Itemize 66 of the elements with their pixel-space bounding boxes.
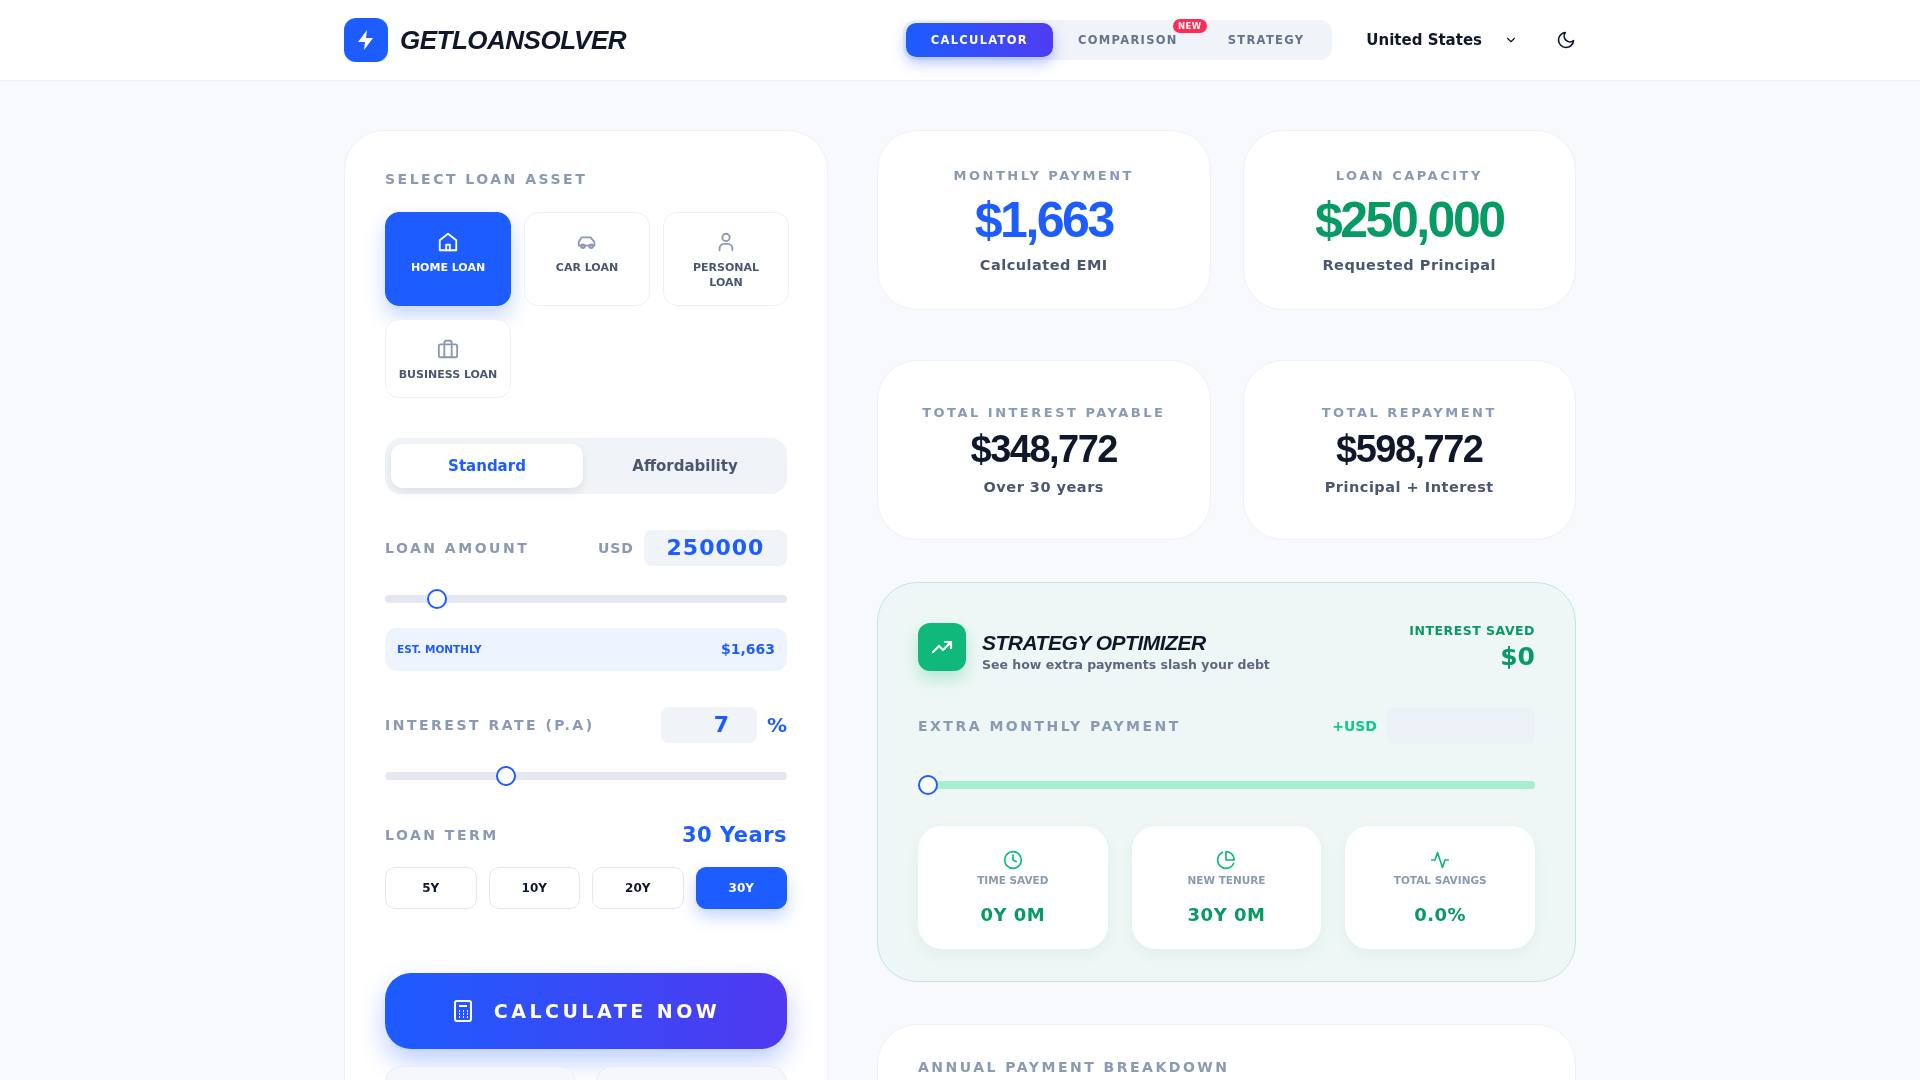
nav-tab[interactable]: CALCULATOR bbox=[905, 23, 1053, 57]
saved-label: INTEREST SAVED bbox=[1409, 623, 1535, 638]
briefcase-icon bbox=[437, 337, 459, 360]
field-label: LOAN AMOUNT bbox=[385, 539, 530, 556]
field-label: EXTRA MONTHLY PAYMENT bbox=[918, 718, 1181, 734]
slider-thumb[interactable] bbox=[427, 588, 447, 609]
strategy-subtitle: See how extra payments slash your debt bbox=[982, 657, 1270, 672]
clock-icon bbox=[1002, 850, 1023, 870]
stat-caption: Over 30 years bbox=[983, 479, 1104, 495]
loan-type-option[interactable]: HOME LOAN bbox=[385, 212, 511, 306]
loan-amount-slider[interactable] bbox=[385, 587, 787, 610]
metric-label: NEW TENURE bbox=[1187, 874, 1266, 886]
currency-label: +USD bbox=[1332, 718, 1377, 734]
logo-icon[interactable] bbox=[344, 18, 388, 62]
currency-label: USD bbox=[597, 539, 634, 556]
term-option[interactable]: 10Y bbox=[488, 866, 580, 909]
stat-caption: Requested Principal bbox=[1322, 256, 1497, 273]
field-label: LOAN TERM bbox=[385, 826, 499, 843]
stat-value: $250,000 bbox=[1314, 190, 1504, 249]
moon-icon bbox=[1556, 30, 1576, 50]
slider-thumb[interactable] bbox=[918, 775, 938, 795]
estimate-value: $1,663 bbox=[720, 641, 775, 658]
interest-rate-field[interactable]: 7 bbox=[660, 706, 757, 743]
stat-value: $1,663 bbox=[974, 190, 1113, 249]
stat-label: TOTAL REPAYMENT bbox=[1321, 405, 1497, 420]
stat-caption: Calculated EMI bbox=[979, 256, 1108, 273]
loan-amount-field[interactable]: 250000 bbox=[644, 529, 787, 566]
mode-tab[interactable]: Affordability bbox=[589, 443, 781, 488]
loan-type-option[interactable]: PERSONAL LOAN bbox=[663, 212, 789, 306]
section-heading: SELECT LOAN ASSET bbox=[385, 171, 589, 187]
loan-type-option[interactable]: CAR LOAN bbox=[524, 212, 650, 306]
house-icon bbox=[437, 231, 459, 253]
loan-type-option[interactable]: BUSINESS LOAN bbox=[385, 318, 511, 398]
term-value: 30 Years bbox=[681, 822, 787, 847]
calculate-button[interactable]: CALCULATE NOW bbox=[385, 972, 787, 1049]
term-option[interactable]: 20Y bbox=[592, 866, 684, 909]
metric-value: 30Y 0M bbox=[1187, 904, 1266, 925]
stat-value: $348,772 bbox=[970, 428, 1117, 471]
stat-label: LOAN CAPACITY bbox=[1335, 167, 1483, 183]
slider-thumb[interactable] bbox=[495, 765, 516, 786]
metric-label: TIME SAVED bbox=[977, 874, 1049, 886]
stat-value: $598,772 bbox=[1336, 428, 1483, 471]
metric-value: 0.0% bbox=[1414, 904, 1467, 925]
pulse-icon bbox=[1430, 850, 1451, 870]
saved-value: $0 bbox=[1499, 642, 1535, 671]
calculator-icon bbox=[451, 998, 474, 1023]
stat-label: TOTAL INTEREST PAYABLE bbox=[922, 405, 1166, 420]
term-option[interactable]: 30Y bbox=[695, 866, 787, 909]
interest-rate-slider[interactable] bbox=[385, 764, 787, 787]
metric-value: 0Y 0M bbox=[980, 904, 1046, 925]
extra-payment-slider[interactable] bbox=[918, 774, 1535, 796]
country-select[interactable]: United States bbox=[1360, 30, 1524, 50]
term-option[interactable]: 5Y bbox=[385, 866, 477, 909]
pie-chart-icon bbox=[1216, 850, 1237, 870]
stat-caption: Principal + Interest bbox=[1324, 479, 1494, 495]
new-badge: NEW bbox=[1172, 19, 1207, 33]
stat-label: MONTHLY PAYMENT bbox=[953, 167, 1134, 183]
brand-name: GETLOANSOLVER bbox=[400, 24, 627, 56]
field-label: INTEREST RATE (P.A) bbox=[385, 716, 595, 733]
metric-label: TOTAL SAVINGS bbox=[1393, 874, 1487, 886]
trending-up-icon bbox=[918, 623, 966, 671]
section-heading: ANNUAL PAYMENT BREAKDOWN bbox=[918, 1059, 1231, 1075]
percent-unit: % bbox=[766, 712, 787, 737]
strategy-title: STRATEGY OPTIMIZER bbox=[982, 631, 1207, 655]
estimate-label: EST. MONTHLY bbox=[397, 643, 482, 656]
mode-tab[interactable]: Standard bbox=[391, 443, 583, 488]
